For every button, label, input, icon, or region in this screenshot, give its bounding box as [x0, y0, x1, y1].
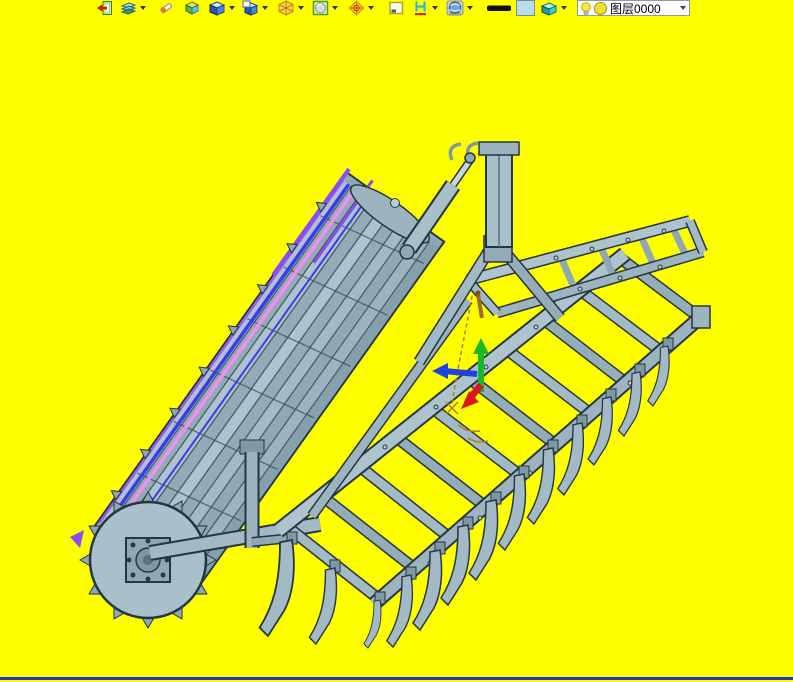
exit-icon — [97, 1, 112, 15]
render-sphere-icon — [312, 0, 329, 16]
wireframe-sphere-button[interactable] — [277, 0, 304, 16]
x-axis-arrow — [443, 368, 478, 377]
model-canvas[interactable] — [0, 17, 793, 677]
measure-icon — [415, 1, 426, 16]
top-toolbar: 图层0000 — [0, 0, 793, 17]
chevron-down-icon[interactable] — [680, 6, 686, 10]
chevron-down-icon[interactable] — [561, 6, 567, 10]
eraser-icon — [160, 3, 172, 14]
render-sphere-button[interactable] — [312, 0, 338, 16]
line-width-icon — [487, 5, 511, 11]
globe-icon — [446, 0, 464, 16]
color-swatch-icon — [516, 0, 535, 16]
shaded-box-icon — [209, 1, 226, 16]
bulb-icon — [581, 1, 591, 15]
chevron-down-icon[interactable] — [229, 6, 235, 10]
layers-button[interactable] — [120, 0, 146, 16]
model-viewport[interactable] — [0, 17, 793, 677]
box-window-button[interactable] — [242, 0, 268, 16]
exit-button[interactable] — [96, 0, 113, 16]
chevron-down-icon[interactable] — [368, 6, 374, 10]
color-swatch-button[interactable] — [515, 0, 536, 16]
teal-box-button[interactable] — [541, 0, 567, 16]
eraser-button[interactable] — [158, 0, 175, 16]
chevron-down-icon[interactable] — [140, 6, 146, 10]
compass-icon — [348, 0, 365, 16]
box-window-icon — [242, 0, 259, 16]
layer-color-icon — [594, 1, 607, 15]
compass-button[interactable] — [348, 0, 374, 16]
layer-selector[interactable]: 图层0000 — [577, 0, 690, 16]
wireframe-sphere-icon — [278, 0, 294, 16]
chevron-down-icon[interactable] — [298, 6, 304, 10]
shaded-box-button[interactable] — [209, 0, 235, 16]
chevron-down-icon[interactable] — [432, 6, 438, 10]
layer-name: 图层0000 — [610, 1, 661, 16]
frame-square-button[interactable] — [388, 0, 405, 16]
layers-icon — [120, 2, 137, 15]
chevron-down-icon[interactable] — [332, 6, 338, 10]
teal-box-icon — [541, 2, 558, 16]
globe-button[interactable] — [446, 0, 473, 16]
highlight-marker — [70, 530, 84, 548]
chevron-down-icon[interactable] — [262, 6, 268, 10]
chevron-down-icon[interactable] — [467, 6, 473, 10]
measure-button[interactable] — [412, 0, 438, 16]
frame-square-icon — [389, 1, 404, 15]
line-width-button[interactable] — [486, 0, 512, 16]
iso-box-icon — [184, 1, 200, 15]
iso-box-button[interactable] — [184, 0, 201, 16]
